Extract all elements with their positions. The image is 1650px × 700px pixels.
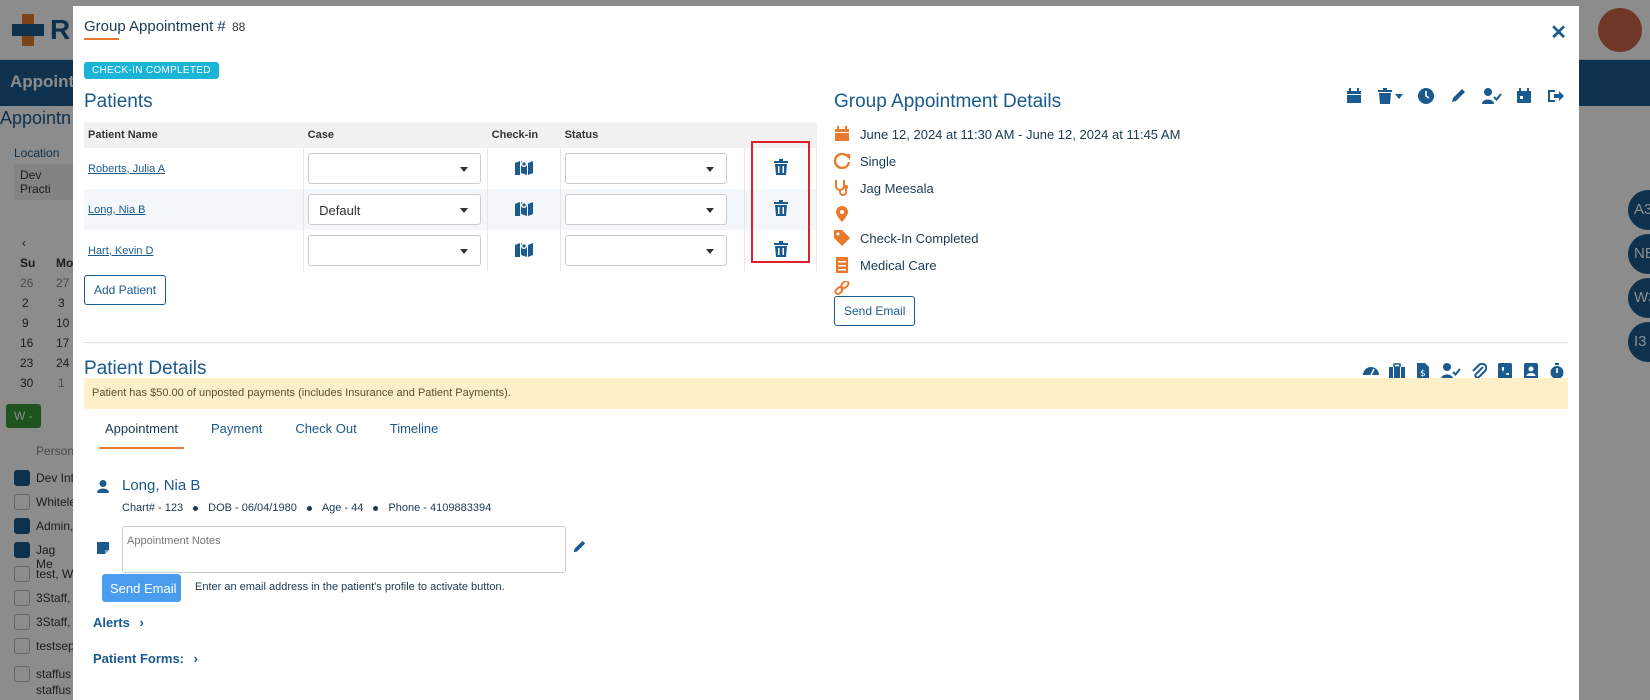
stopwatch-icon[interactable] — [1549, 363, 1565, 379]
pencil-icon[interactable] — [1450, 88, 1468, 106]
redo-icon — [834, 153, 850, 169]
table-row: Roberts, Julia A — [84, 148, 817, 189]
table-header-row: Patient Name Case Check-in Status — [84, 122, 817, 148]
stethoscope-icon — [835, 180, 849, 196]
status-select[interactable] — [565, 194, 728, 225]
modal-title-text: Group Appointment # — [84, 18, 226, 35]
patient-toolbar: $ — [1363, 362, 1565, 379]
invoice-icon[interactable]: $ — [1415, 363, 1431, 379]
status-badge: CHECK-IN COMPLETED — [84, 62, 219, 79]
patient-age: Age - 44 — [321, 502, 364, 514]
patient-tabs: Appointment Payment Check Out Timeline — [99, 413, 439, 449]
sign-out-icon[interactable] — [1548, 88, 1566, 106]
detail-provider: Jag Meesala — [834, 180, 1434, 200]
tab-timeline[interactable]: Timeline — [390, 413, 439, 443]
map-marker-icon — [836, 206, 848, 222]
dashboard-icon[interactable] — [1363, 363, 1379, 379]
title-underline — [84, 38, 119, 40]
detail-date: June 12, 2024 at 11:30 AM - June 12, 202… — [834, 126, 1434, 146]
document-icon — [836, 257, 848, 273]
chevron-right-icon: › — [139, 615, 144, 630]
detail-status: Check-In Completed — [834, 230, 1434, 250]
appointment-number: 88 — [231, 20, 246, 34]
group-details-heading: Group Appointment Details — [834, 91, 1062, 112]
patient-phone: Phone - 4109883394 — [388, 502, 492, 514]
detail-location — [834, 206, 1434, 226]
patient-link[interactable]: Roberts, Julia A — [88, 163, 165, 175]
patient-dob: DOB - 06/04/1980 — [208, 502, 297, 514]
group-toolbar — [1346, 88, 1566, 106]
separator-dot — [306, 506, 312, 511]
chart-number: Chart# - 123 — [122, 502, 184, 514]
modal-title: Group Appointment # 88 — [84, 18, 245, 35]
user-check-icon[interactable] — [1441, 363, 1461, 379]
map-icon[interactable] — [515, 159, 534, 175]
patient-link[interactable]: Long, Nia B — [88, 204, 145, 216]
map-icon[interactable] — [515, 200, 534, 216]
user-check-icon[interactable] — [1482, 88, 1502, 106]
calendar-alt-icon[interactable] — [1516, 88, 1534, 106]
col-patient-name: Patient Name — [84, 122, 304, 148]
briefcase-icon[interactable] — [1389, 363, 1405, 379]
separator-dot — [373, 506, 379, 511]
unposted-payments-alert: Patient has $50.00 of unposted payments … — [84, 378, 1568, 409]
col-check-in: Check-in — [487, 122, 561, 148]
detail-recurrence: Single — [834, 153, 1434, 173]
table-row: Long, Nia B Default — [84, 189, 817, 230]
link-icon — [834, 281, 850, 296]
calendar-icon[interactable] — [1346, 88, 1364, 106]
appointment-notes-field[interactable]: Appointment Notes — [122, 526, 566, 573]
section-divider — [84, 342, 1568, 343]
patient-meta: Chart# - 123 DOB - 06/04/1980 Age - 44 P… — [122, 502, 491, 514]
tag-icon — [834, 230, 850, 246]
clock-icon[interactable] — [1418, 88, 1436, 106]
tab-appointment[interactable]: Appointment — [99, 413, 184, 449]
table-row: Hart, Kevin D — [84, 230, 817, 271]
tab-check-out[interactable]: Check Out — [295, 413, 356, 443]
col-case: Case — [303, 122, 488, 148]
chevron-right-icon: › — [193, 651, 198, 666]
paperclip-icon[interactable] — [1471, 362, 1488, 379]
appointment-date: June 12, 2024 at 11:30 AM - June 12, 202… — [860, 127, 1181, 142]
patient-link[interactable]: Hart, Kevin D — [88, 245, 153, 257]
group-send-email-button[interactable]: Send Email — [834, 296, 916, 326]
user-icon — [97, 480, 109, 493]
patient-name: Long, Nia B — [122, 477, 201, 494]
detail-link — [834, 281, 1434, 301]
sticky-note-icon — [97, 542, 109, 554]
type-text: Medical Care — [860, 258, 937, 273]
map-icon[interactable] — [515, 241, 534, 257]
email-hint-text: Enter an email address in the patient's … — [195, 581, 505, 593]
contact-icon[interactable] — [1523, 363, 1539, 379]
trash-dropdown-icon[interactable] — [1378, 88, 1404, 106]
alerts-label: Alerts — [93, 615, 130, 630]
recurrence-text: Single — [860, 154, 897, 169]
calendar-icon — [835, 126, 849, 141]
col-status: Status — [560, 122, 745, 148]
status-select[interactable] — [565, 235, 728, 266]
case-select[interactable]: Default — [308, 194, 482, 225]
patients-table: Patient Name Case Check-in Status Robert… — [84, 122, 817, 271]
highlight-box — [751, 141, 810, 263]
phone-book-icon[interactable] — [1497, 363, 1513, 379]
group-appointment-modal: Group Appointment # 88 ✕ CHECK-IN COMPLE… — [73, 6, 1579, 700]
case-select[interactable] — [308, 153, 482, 184]
case-select[interactable] — [308, 235, 482, 266]
add-patient-button[interactable]: Add Patient — [84, 275, 167, 305]
status-text: Check-In Completed — [860, 231, 979, 246]
alerts-section-toggle[interactable]: Alerts › — [93, 615, 144, 630]
patient-send-email-button[interactable]: Send Email — [102, 574, 181, 602]
tab-payment[interactable]: Payment — [211, 413, 262, 443]
separator-dot — [193, 506, 199, 511]
provider-name: Jag Meesala — [860, 181, 934, 196]
status-select[interactable] — [565, 153, 728, 184]
patient-forms-label: Patient Forms: — [93, 651, 185, 666]
detail-type: Medical Care — [834, 257, 1434, 277]
patient-forms-section-toggle[interactable]: Patient Forms: › — [93, 651, 198, 666]
close-icon[interactable]: ✕ — [1550, 20, 1567, 45]
pencil-icon[interactable] — [572, 540, 586, 554]
patients-heading: Patients — [84, 91, 153, 112]
patient-details-heading: Patient Details — [84, 358, 207, 379]
